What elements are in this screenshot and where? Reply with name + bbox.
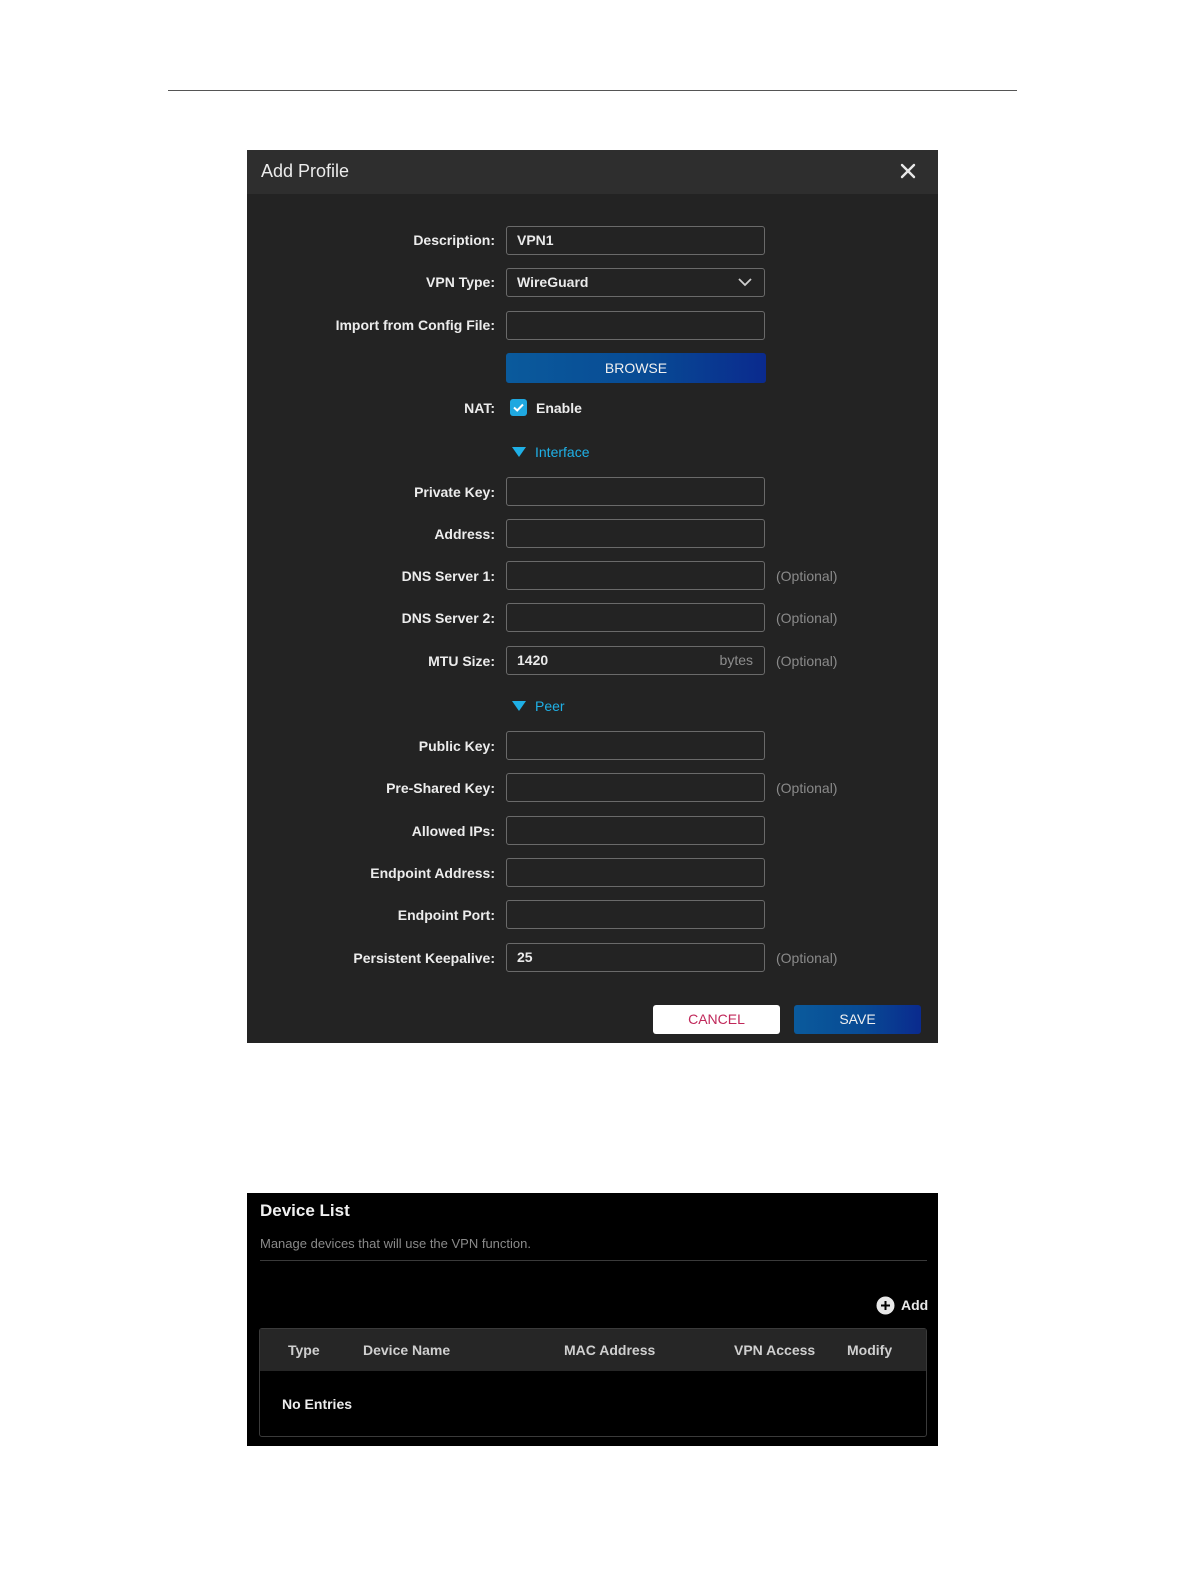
nat-enable-checkbox[interactable]: [510, 399, 527, 416]
address-label: Address:: [434, 526, 495, 542]
description-field[interactable]: VPN1: [506, 226, 765, 255]
add-label: Add: [901, 1297, 929, 1313]
mtu-size-field[interactable]: 1420 bytes: [506, 646, 765, 675]
empty-state-text: No Entries: [282, 1396, 353, 1412]
public-key-field[interactable]: [506, 731, 765, 760]
plus-circle-icon: [876, 1296, 895, 1315]
mtu-size-optional: (Optional): [776, 653, 838, 669]
endpoint-address-field[interactable]: [506, 858, 765, 887]
browse-button[interactable]: BROWSE: [506, 353, 766, 383]
description-value: VPN1: [517, 232, 554, 248]
close-icon[interactable]: [897, 160, 919, 182]
description-label: Description:: [413, 232, 495, 248]
add-profile-dialog: Add Profile Description: VPN1 VPN Type: …: [247, 150, 938, 1043]
preshared-key-optional: (Optional): [776, 780, 838, 796]
keepalive-optional: (Optional): [776, 950, 838, 966]
import-config-field[interactable]: [506, 311, 765, 340]
device-list-panel: Device List Manage devices that will use…: [247, 1193, 938, 1446]
preshared-key-label: Pre-Shared Key:: [386, 780, 495, 796]
dns-server-2-optional: (Optional): [776, 610, 838, 626]
dns-server-1-field[interactable]: [506, 561, 765, 590]
nat-label: NAT:: [464, 400, 495, 416]
interface-section-label: Interface: [535, 444, 590, 460]
mtu-size-value: 1420: [517, 652, 549, 668]
dialog-header: Add Profile: [247, 150, 938, 194]
dns-server-2-field[interactable]: [506, 603, 765, 632]
mtu-unit: bytes: [719, 652, 753, 668]
dns-server-1-label: DNS Server 1:: [401, 568, 495, 584]
endpoint-address-label: Endpoint Address:: [370, 865, 495, 881]
page-top-rule: [168, 90, 1017, 91]
preshared-key-field[interactable]: [506, 773, 765, 802]
device-list-title: Device List: [260, 1201, 350, 1220]
keepalive-label: Persistent Keepalive:: [353, 950, 495, 966]
keepalive-field[interactable]: 25: [506, 943, 765, 972]
column-header-vpn-access: VPN Access: [734, 1342, 816, 1358]
column-header-mac-address: MAC Address: [564, 1342, 656, 1358]
triangle-down-icon: [512, 447, 526, 458]
add-device-button[interactable]: Add: [876, 1295, 936, 1315]
private-key-label: Private Key:: [414, 484, 495, 500]
import-config-label: Import from Config File:: [335, 317, 495, 333]
checkmark-icon: [513, 403, 524, 412]
allowed-ips-field[interactable]: [506, 816, 765, 845]
save-button[interactable]: SAVE: [794, 1005, 921, 1034]
device-table: Type Device Name MAC Address VPN Access …: [259, 1328, 927, 1437]
column-header-modify: Modify: [847, 1342, 893, 1358]
dns-server-1-optional: (Optional): [776, 568, 838, 584]
endpoint-port-field[interactable]: [506, 900, 765, 929]
chevron-down-icon: [738, 278, 752, 287]
dns-server-2-label: DNS Server 2:: [401, 610, 495, 626]
mtu-size-label: MTU Size:: [428, 653, 495, 669]
address-field[interactable]: [506, 519, 765, 548]
endpoint-port-label: Endpoint Port:: [397, 907, 495, 923]
table-header: Type Device Name MAC Address VPN Access …: [260, 1329, 926, 1371]
nat-enable-label: Enable: [536, 400, 582, 416]
private-key-field[interactable]: [506, 477, 765, 506]
cancel-button[interactable]: CANCEL: [653, 1005, 780, 1034]
dialog-title: Add Profile: [261, 161, 350, 181]
triangle-down-icon: [512, 701, 526, 712]
divider: [260, 1260, 927, 1261]
vpn-type-label: VPN Type:: [426, 274, 495, 290]
device-list-subtitle: Manage devices that will use the VPN fun…: [260, 1236, 531, 1251]
vpn-type-select[interactable]: WireGuard: [506, 268, 765, 297]
peer-section-label: Peer: [535, 698, 565, 714]
peer-section-toggle[interactable]: Peer: [512, 697, 565, 715]
allowed-ips-label: Allowed IPs:: [411, 823, 495, 839]
public-key-label: Public Key:: [418, 738, 495, 754]
column-header-device-name: Device Name: [363, 1342, 451, 1358]
vpn-type-value: WireGuard: [517, 274, 589, 290]
interface-section-toggle[interactable]: Interface: [512, 443, 589, 461]
keepalive-value: 25: [517, 949, 533, 965]
column-header-type: Type: [288, 1342, 320, 1358]
